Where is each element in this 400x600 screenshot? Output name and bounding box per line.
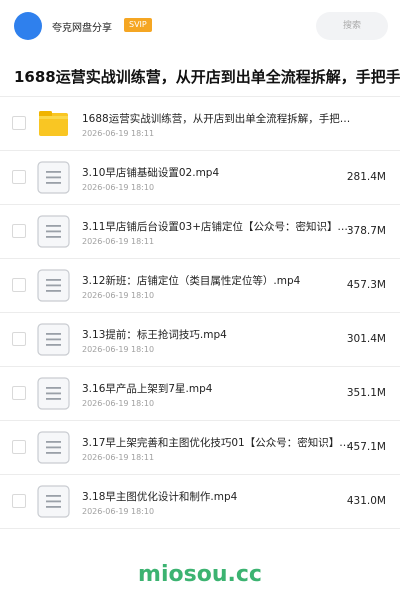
file-size: 431.0M (346, 495, 386, 507)
file-size: 281.4M (346, 171, 386, 183)
file-icon (37, 269, 70, 302)
select-checkbox[interactable] (12, 494, 26, 508)
file-icon (37, 485, 70, 518)
file-name[interactable]: 1688运营实战训练营，从开店到出单全流程拆解，手把手教你做店铺 (82, 111, 352, 126)
file-size: 378.7M (346, 225, 386, 237)
file-date: 2026-06-19 18:10 (82, 183, 155, 192)
file-size: 457.1M (346, 441, 386, 453)
search-input[interactable]: 搜索 (316, 12, 388, 40)
file-name[interactable]: 3.16早产品上架到7星.mp4 (82, 381, 352, 396)
file-name[interactable]: 3.10早店铺基础设置02.mp4 (82, 165, 352, 180)
list-item[interactable]: 1688运营实战训练营，从开店到出单全流程拆解，手把手教你做店铺 2026-06-… (0, 97, 400, 151)
page-title: 1688运营实战训练营，从开店到出单全流程拆解，手把手教你做店铺 (14, 68, 400, 86)
watermark: miosou.cc (138, 562, 262, 587)
file-name[interactable]: 3.17早上架完善和主图优化技巧01【公众号：密知识】.mp4 (82, 435, 352, 450)
file-date: 2026-06-19 18:11 (82, 453, 155, 462)
select-checkbox[interactable] (12, 224, 26, 238)
file-date: 2026-06-19 18:11 (82, 129, 155, 138)
file-icon (37, 215, 70, 248)
file-name[interactable]: 3.12新班：店铺定位（类目属性定位等）.mp4 (82, 273, 352, 288)
folder-icon (37, 107, 70, 140)
app-name: 夸克网盘分享 (52, 23, 112, 34)
file-date: 2026-06-19 18:10 (82, 291, 155, 300)
file-icon (37, 323, 70, 356)
list-item[interactable]: 3.12新班：店铺定位（类目属性定位等）.mp4 2026-06-19 18:10… (0, 259, 400, 313)
file-size: 301.4M (346, 333, 386, 345)
select-checkbox[interactable] (12, 440, 26, 454)
file-date: 2026-06-19 18:11 (82, 237, 155, 246)
select-checkbox[interactable] (12, 278, 26, 292)
list-item[interactable]: 3.11早店铺后台设置03+店铺定位【公众号：密知识】.mp4 2026-06-1… (0, 205, 400, 259)
select-checkbox[interactable] (12, 116, 26, 130)
list-item[interactable]: 3.18早主图优化设计和制作.mp4 2026-06-19 18:10 431.0M (0, 475, 400, 529)
list-item[interactable]: 3.13提前：标王抢词技巧.mp4 2026-06-19 18:10 301.4M (0, 313, 400, 367)
select-checkbox[interactable] (12, 386, 26, 400)
list-item[interactable]: 3.10早店铺基础设置02.mp4 2026-06-19 18:10 281.4M (0, 151, 400, 205)
file-date: 2026-06-19 18:10 (82, 345, 155, 354)
file-name[interactable]: 3.18早主图优化设计和制作.mp4 (82, 489, 352, 504)
file-icon (37, 431, 70, 464)
file-name[interactable]: 3.13提前：标王抢词技巧.mp4 (82, 327, 352, 342)
select-checkbox[interactable] (12, 332, 26, 346)
file-size: 457.3M (346, 279, 386, 291)
file-icon (37, 377, 70, 410)
header: 夸克网盘分享 SVIP 搜索 (0, 0, 400, 52)
file-name[interactable]: 3.11早店铺后台设置03+店铺定位【公众号：密知识】.mp4 (82, 219, 352, 234)
file-list: 1688运营实战训练营，从开店到出单全流程拆解，手把手教你做店铺 2026-06-… (0, 97, 400, 529)
list-item[interactable]: 3.16早产品上架到7星.mp4 2026-06-19 18:10 351.1M (0, 367, 400, 421)
svip-badge: SVIP (124, 18, 152, 32)
file-date: 2026-06-19 18:10 (82, 399, 155, 408)
file-icon (37, 161, 70, 194)
file-size: 351.1M (346, 387, 386, 399)
select-checkbox[interactable] (12, 170, 26, 184)
file-date: 2026-06-19 18:10 (82, 507, 155, 516)
avatar[interactable] (14, 12, 42, 40)
list-item[interactable]: 3.17早上架完善和主图优化技巧01【公众号：密知识】.mp4 2026-06-1… (0, 421, 400, 475)
